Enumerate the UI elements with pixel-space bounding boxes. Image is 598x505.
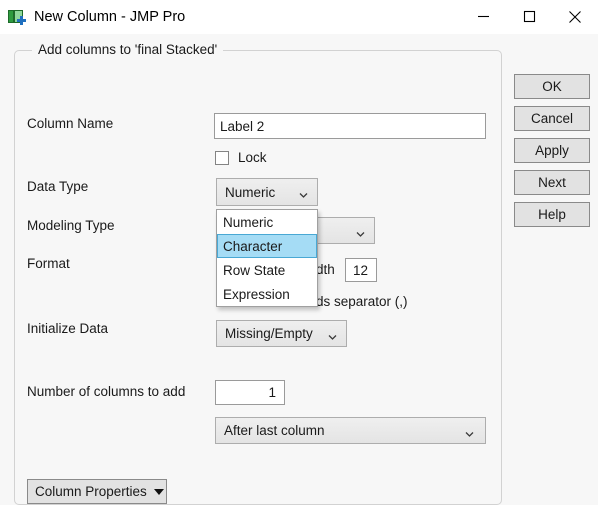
groupbox-legend: Add columns to 'final Stacked' — [32, 42, 224, 57]
lock-checkbox[interactable]: Lock — [215, 150, 267, 165]
format-width-input[interactable]: 12 — [345, 258, 377, 282]
initialize-data-combobox[interactable]: Missing/Empty — [216, 320, 347, 347]
dialog-body: Add columns to 'final Stacked' Column Na… — [0, 34, 598, 505]
close-icon[interactable] — [552, 0, 598, 33]
position-combobox[interactable]: After last column — [215, 417, 486, 444]
chevron-down-icon — [328, 329, 337, 340]
dialog-button-column: OK Cancel Apply Next Help — [514, 74, 590, 234]
data-type-dropdown-list[interactable]: Numeric Character Row State Expression — [216, 209, 318, 307]
data-type-combobox[interactable]: Numeric — [216, 178, 318, 206]
column-properties-button[interactable]: Column Properties — [27, 479, 167, 504]
data-type-value: Numeric — [225, 184, 276, 200]
column-properties-label: Column Properties — [35, 484, 147, 499]
position-value: After last column — [224, 423, 325, 438]
initialize-data-label: Initialize Data — [27, 321, 109, 336]
number-of-columns-input[interactable]: 1 — [215, 380, 285, 405]
new-column-icon — [8, 8, 26, 26]
window-controls — [460, 0, 598, 33]
dropdown-option-character[interactable]: Character — [217, 234, 317, 258]
lock-checkbox-box[interactable] — [215, 150, 229, 165]
ok-button[interactable]: OK — [514, 74, 590, 99]
window-title: New Column - JMP Pro — [34, 8, 186, 25]
apply-button[interactable]: Apply — [514, 138, 590, 163]
triangle-down-icon — [153, 488, 164, 495]
column-name-label: Column Name — [27, 116, 114, 131]
initialize-data-value: Missing/Empty — [225, 326, 313, 341]
format-label: Format — [27, 256, 70, 271]
number-of-columns-label: Number of columns to add — [27, 384, 186, 399]
window-titlebar: New Column - JMP Pro — [0, 0, 598, 34]
format-width-label: dth — [316, 262, 335, 277]
help-button[interactable]: Help — [514, 202, 590, 227]
cancel-button[interactable]: Cancel — [514, 106, 590, 131]
dropdown-option-expression[interactable]: Expression — [217, 282, 317, 306]
dropdown-option-numeric[interactable]: Numeric — [217, 210, 317, 234]
data-type-label: Data Type — [27, 179, 89, 194]
minimize-icon[interactable] — [460, 0, 506, 33]
chevron-down-icon — [356, 226, 365, 237]
column-name-input[interactable]: Label 2 — [214, 113, 486, 139]
thousands-separator-label: ds separator (,) — [316, 294, 408, 309]
next-button[interactable]: Next — [514, 170, 590, 195]
chevron-down-icon — [465, 426, 474, 437]
maximize-icon[interactable] — [506, 0, 552, 33]
chevron-down-icon — [299, 188, 308, 198]
lock-checkbox-label: Lock — [238, 150, 267, 165]
modeling-type-label: Modeling Type — [27, 218, 115, 233]
dropdown-option-row-state[interactable]: Row State — [217, 258, 317, 282]
